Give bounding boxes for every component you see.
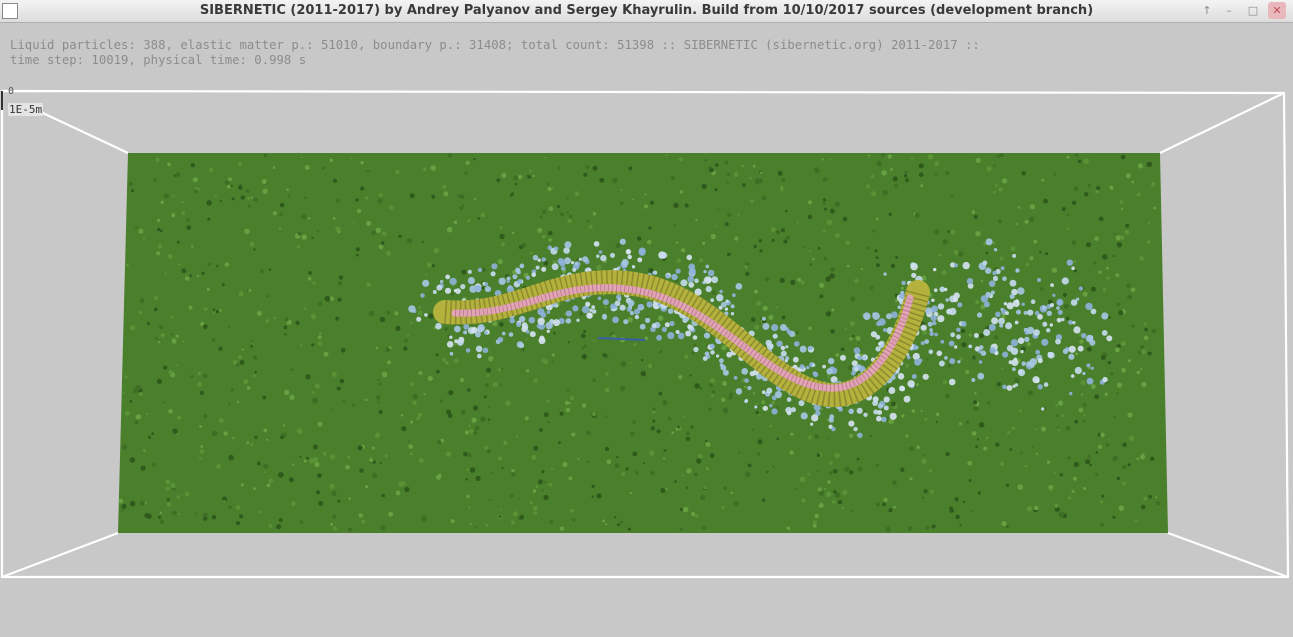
simulation-viewport[interactable] [0, 0, 1293, 637]
elastic-matter-slab [118, 153, 1168, 533]
scale-label: 1E-5m [8, 103, 44, 116]
sibernetic-window: SIBERNETIC (2011-2017) by Andrey Palyano… [0, 0, 1293, 637]
scale-zero-label: 0 [8, 86, 15, 97]
